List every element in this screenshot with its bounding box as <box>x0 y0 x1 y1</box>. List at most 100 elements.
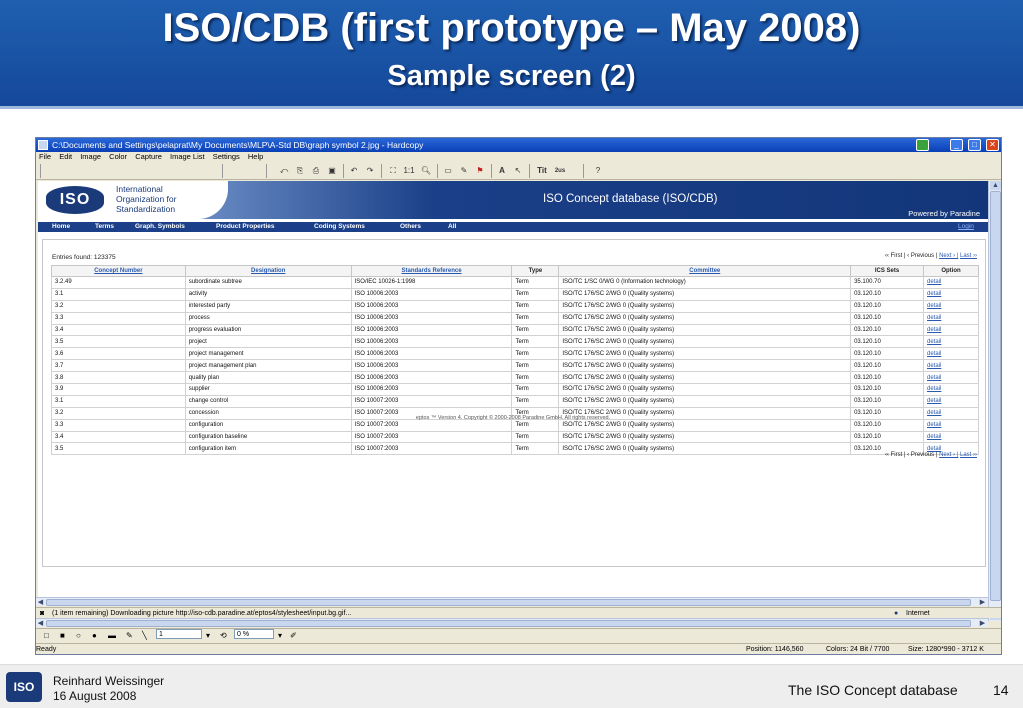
line-tool-icon[interactable]: ╲ <box>142 629 147 643</box>
help-icon[interactable]: ? <box>592 165 604 177</box>
text-tool-icon[interactable]: A <box>496 165 508 177</box>
select-rect-icon[interactable]: ▭ <box>442 165 454 177</box>
filled-rectangle-tool-icon[interactable]: ■ <box>60 629 65 643</box>
minimize-button[interactable]: _ <box>950 139 963 151</box>
toolbar-separator <box>529 164 530 178</box>
iso-logo[interactable]: ISO <box>46 186 104 214</box>
pin-icon[interactable]: ⚑ <box>474 165 486 177</box>
menu-file[interactable]: File <box>39 152 51 161</box>
option-cell[interactable]: detail <box>923 430 979 444</box>
option-cell[interactable]: detail <box>923 347 979 361</box>
window-titlebar[interactable]: C:\Documents and Settings\pelaprat\My Do… <box>36 138 1001 152</box>
line-width-select[interactable]: 1 <box>156 629 202 639</box>
menu-settings[interactable]: Settings <box>213 152 240 161</box>
scroll-up-icon[interactable]: ▲ <box>990 181 1001 190</box>
pointer-icon[interactable]: ↖ <box>512 165 524 177</box>
vertical-scrollbar[interactable]: ▲ ▼ <box>988 181 1001 621</box>
nav-coding-systems[interactable]: Coding Systems <box>314 222 365 232</box>
horizontal-scrollbar[interactable]: ◀ ▶ <box>36 597 988 606</box>
column-designation[interactable]: Designation <box>184 265 352 277</box>
option-cell[interactable]: detail <box>923 371 979 385</box>
menu-edit[interactable]: Edit <box>59 152 72 161</box>
scroll-right-icon[interactable]: ▶ <box>978 598 987 607</box>
option-cell[interactable]: detail <box>923 335 979 349</box>
zoom-icon[interactable]: 🔍︎ <box>420 165 432 177</box>
ellipse-tool-icon[interactable]: ○ <box>76 629 81 643</box>
pager-first[interactable]: ‹‹ First | <box>885 253 906 259</box>
option-cell[interactable]: detail <box>923 359 979 373</box>
filled-ellipse-tool-icon[interactable]: ● <box>92 629 97 643</box>
login-link[interactable]: Login <box>958 222 974 232</box>
nav-all[interactable]: All <box>448 222 456 232</box>
pager-next[interactable]: Next › | <box>939 253 958 259</box>
horizontal-scrollbar-outer[interactable]: ◀ ▶ <box>36 618 988 627</box>
fit-window-icon[interactable]: ⛶ <box>386 165 400 177</box>
maximize-button[interactable]: □ <box>968 139 981 151</box>
option-cell[interactable]: detail <box>923 394 979 408</box>
brush-icon[interactable]: ✐ <box>290 629 297 643</box>
table-row: 3.7 project management plan ISO 10006:2003… <box>51 359 979 373</box>
option-cell[interactable]: detail <box>923 276 979 289</box>
column-option: Option <box>923 265 979 277</box>
pager-first[interactable]: ‹‹ First | <box>885 452 906 458</box>
scroll-left-icon[interactable]: ◀ <box>36 619 45 628</box>
table-row: 3.4 progress evaluation ISO 10006:2003 Term… <box>51 323 979 337</box>
copy-icon[interactable]: ⎘ <box>294 165 306 177</box>
chevron-down-icon[interactable]: ▾ <box>278 629 282 643</box>
table-row: 3.8 quality plan ISO 10006:2003 Term ISO/TC … <box>51 371 979 385</box>
designation-cell: quality plan <box>184 371 352 385</box>
menu-color[interactable]: Color <box>109 152 127 161</box>
committee-cell: ISO/TC 176/SC 2/WG 0 (Quality systems) <box>558 371 852 385</box>
pen-tool-icon[interactable]: ✎ <box>126 629 133 643</box>
rotate-right-icon[interactable]: ↷ <box>364 165 376 177</box>
option-cell[interactable]: detail <box>923 311 979 325</box>
pager-next[interactable]: Next › | <box>939 452 958 458</box>
rectangle-tool-icon[interactable]: □ <box>44 629 49 643</box>
pager-last[interactable]: Last ›› <box>960 253 977 259</box>
chevron-down-icon[interactable]: ▾ <box>206 629 210 643</box>
menu-image[interactable]: Image <box>80 152 101 161</box>
nav-home[interactable]: Home <box>52 222 70 232</box>
zoom-actual-button[interactable]: 1:1 <box>402 165 416 177</box>
nav-others[interactable]: Others <box>400 222 421 232</box>
menu-help[interactable]: Help <box>248 152 263 161</box>
undo-icon[interactable]: ⤺ <box>278 165 290 177</box>
designation-cell: supplier <box>184 383 352 396</box>
concept-number-cell: 3.3 <box>51 311 186 325</box>
concept-number-cell: 3.9 <box>51 383 186 396</box>
footer-author: Reinhard Weissinger <box>53 674 165 688</box>
column-standards-reference[interactable]: Standards Reference <box>350 265 513 277</box>
type-cell: Term <box>511 383 560 396</box>
text-size-button[interactable]: 2us <box>552 165 568 177</box>
save-icon[interactable]: ▣ <box>326 165 338 177</box>
opacity-select[interactable]: 0 % <box>234 629 274 639</box>
tray-icon[interactable] <box>916 139 929 151</box>
menu-capture[interactable]: Capture <box>135 152 162 161</box>
scroll-thumb[interactable] <box>46 599 971 606</box>
scroll-left-icon[interactable]: ◀ <box>36 598 45 607</box>
close-button[interactable]: ✕ <box>986 139 999 151</box>
committee-cell: ISO/TC 176/SC 2/WG 0 (Quality systems) <box>558 323 852 337</box>
pager-previous[interactable]: ‹ Previous | <box>907 452 937 458</box>
designation-cell: activity <box>184 287 352 301</box>
nav-terms[interactable]: Terms <box>95 222 114 232</box>
rounded-rect-tool-icon[interactable]: ▬ <box>108 629 116 643</box>
menu-image-list[interactable]: Image List <box>170 152 205 161</box>
title-tool-button[interactable]: Tit <box>534 165 550 177</box>
pager-previous[interactable]: ‹ Previous | <box>907 253 937 259</box>
pager-last[interactable]: Last ›› <box>960 452 977 458</box>
option-cell[interactable]: detail <box>923 299 979 313</box>
nav-product-properties[interactable]: Product Properties <box>216 222 275 232</box>
option-cell[interactable]: detail <box>923 323 979 337</box>
option-cell[interactable]: detail <box>923 383 979 396</box>
column-committee[interactable]: Committee <box>558 265 852 277</box>
print-icon[interactable]: ⎙ <box>310 165 322 177</box>
rotate-left-icon[interactable]: ↶ <box>348 165 360 177</box>
scroll-thumb[interactable] <box>990 191 1001 601</box>
column-concept-number[interactable]: Concept Number <box>51 265 186 277</box>
nav-graph-symbols[interactable]: Graph. Symbols <box>135 222 185 232</box>
option-cell[interactable]: detail <box>923 287 979 301</box>
edit-image-icon[interactable]: ✎ <box>458 165 470 177</box>
scroll-thumb[interactable] <box>46 620 971 627</box>
scroll-right-icon[interactable]: ▶ <box>978 619 987 628</box>
